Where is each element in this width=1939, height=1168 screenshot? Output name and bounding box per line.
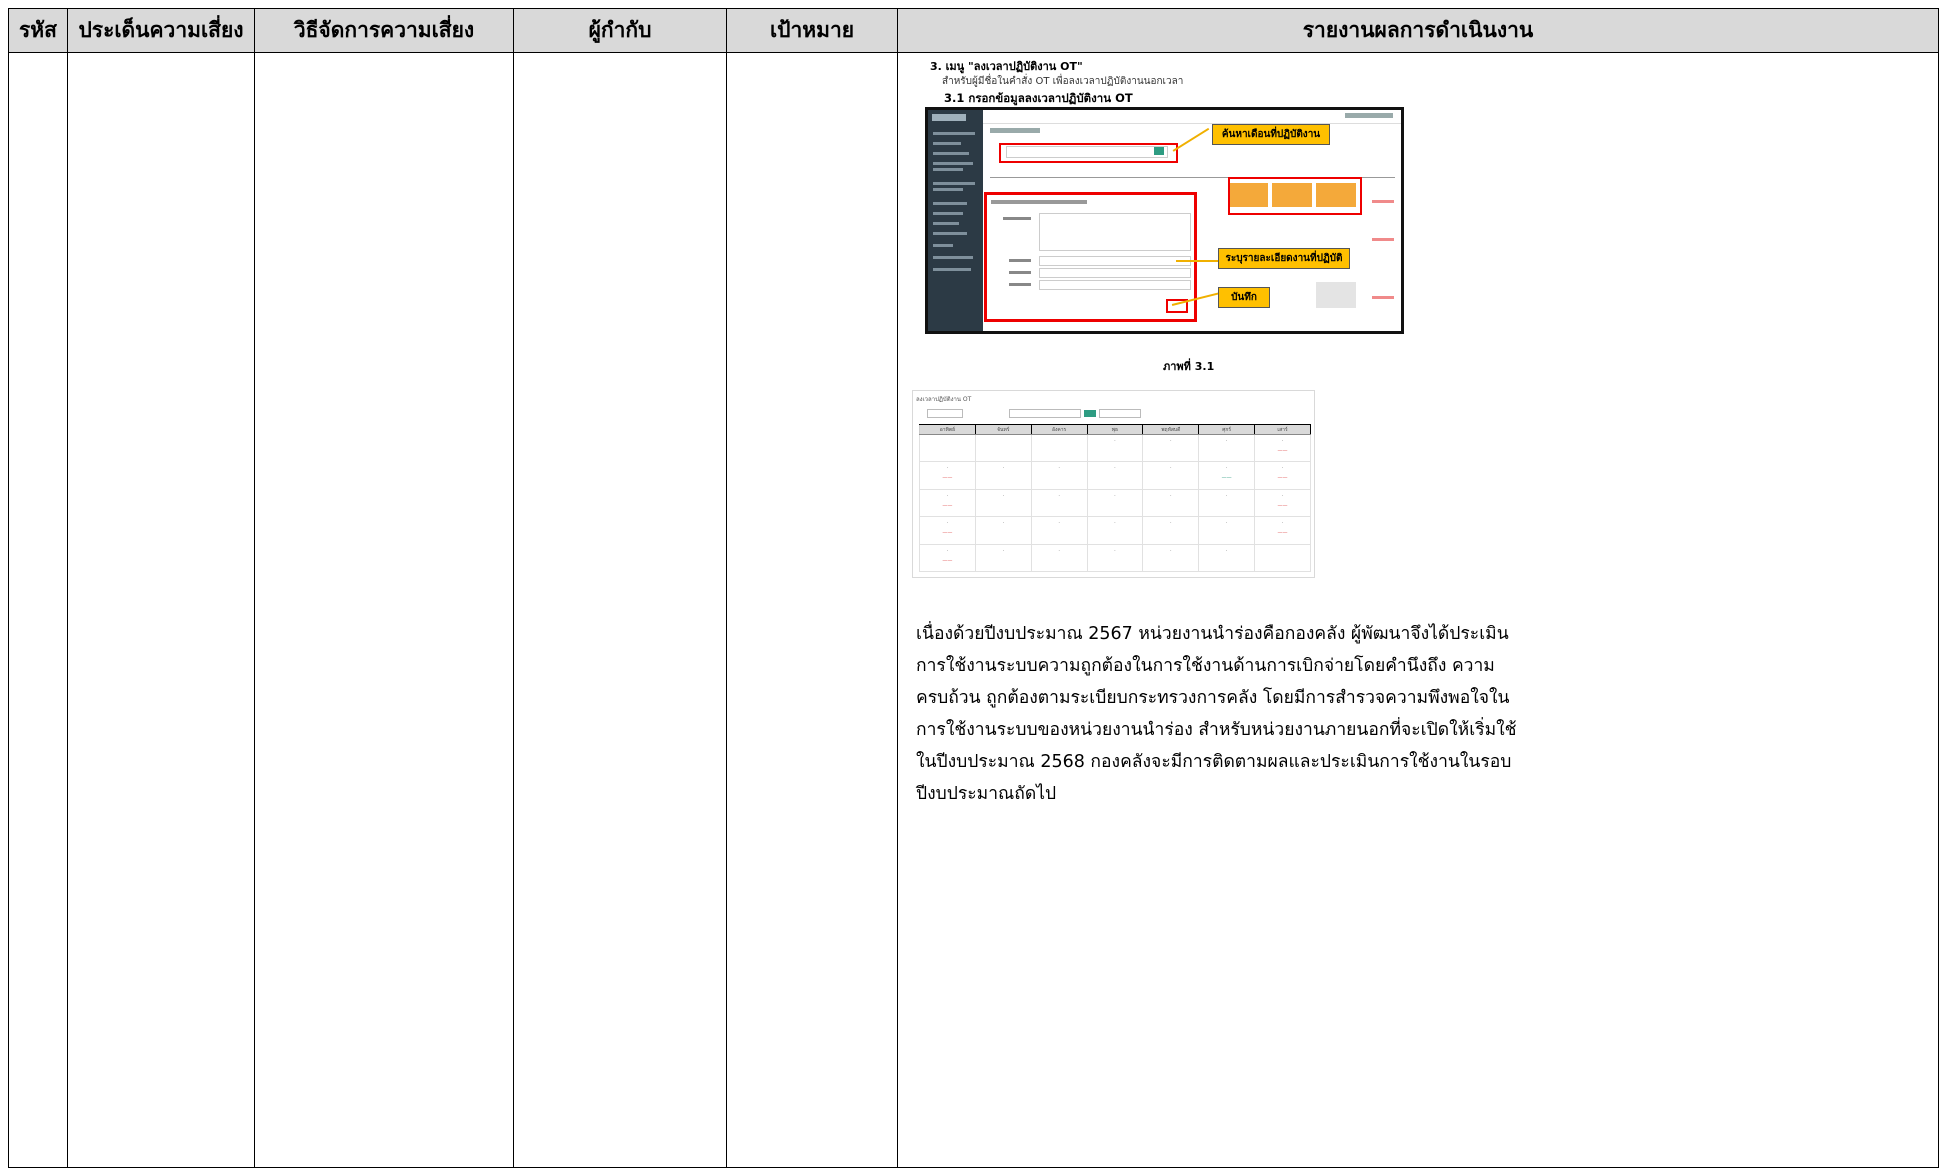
calendar-cell: · —— xyxy=(919,488,976,518)
calendar-cell: · xyxy=(1030,543,1088,573)
calendar-cell: · xyxy=(1198,516,1256,545)
calendar-cell: · xyxy=(1142,543,1200,573)
calendar-cell: · xyxy=(1030,461,1088,490)
menu-heading: 3. เมนู "ลงเวลาปฏิบัติงาน OT" xyxy=(930,60,1083,73)
paragraph-line: ปีงบประมาณถัดไป xyxy=(916,784,1057,804)
calendar-title: ลงเวลาปฏิบัติงาน OT xyxy=(916,396,972,403)
paragraph-line: การใช้งานระบบความถูกต้องในการใช้งานด้านก… xyxy=(916,656,1495,676)
ot-entry-screenshot: ค้นหาเดือนที่ปฏิบัติงาน ระบุรายละเอียดงา… xyxy=(925,107,1404,334)
ot-entry-modal xyxy=(984,192,1197,322)
header-code: รหัส xyxy=(8,8,68,53)
weekday-tue: อังคาร xyxy=(1030,424,1088,435)
weekday-thu: พฤหัสบดี xyxy=(1142,424,1200,435)
calendar-cell xyxy=(919,433,976,463)
calendar-cell: · —— xyxy=(1254,516,1311,545)
app-sidebar xyxy=(928,110,983,331)
calendar-cell: · xyxy=(974,461,1032,490)
calendar-cell: · xyxy=(1142,516,1200,545)
calendar-cell: · —— xyxy=(919,516,976,545)
calendar-cell: · xyxy=(1142,433,1200,463)
menu-subtext: สำหรับผู้มีชื่อในคำสั่ง OT เพื่อลงเวลาปฏ… xyxy=(942,76,1184,87)
cell-target xyxy=(726,52,898,1168)
figure-caption: ภาพที่ 3.1 xyxy=(1163,360,1215,373)
calendar-cell: · xyxy=(1030,488,1088,518)
cell-report: 3. เมนู "ลงเวลาปฏิบัติงาน OT" สำหรับผู้ม… xyxy=(897,52,1939,1168)
ot-calendar-grid: อาทิตย์ จันทร์ อังคาร พุธ พฤหัสบดี ศุกร์… xyxy=(919,424,1311,573)
step-heading: 3.1 กรอกข้อมูลลงเวลาปฏิบัติงาน OT xyxy=(944,91,1133,105)
calendar-cell xyxy=(1030,433,1088,463)
weekday-mon: จันทร์ xyxy=(974,424,1032,435)
weekday-sat: เสาร์ xyxy=(1254,424,1311,435)
calendar-cell: · xyxy=(974,488,1032,518)
calendar-cell: · —— xyxy=(1254,461,1311,490)
calendar-cell: · xyxy=(1086,516,1144,545)
header-target: เป้าหมาย xyxy=(726,8,898,53)
weekday-wed: พุธ xyxy=(1086,424,1144,435)
app-topbar xyxy=(983,110,1401,124)
calendar-cell: · —— xyxy=(1198,461,1256,490)
calendar-cell: · xyxy=(1198,433,1256,463)
cell-risk-management xyxy=(254,52,514,1168)
weekday-sun: อาทิตย์ xyxy=(919,424,976,435)
calendar-cell: · —— xyxy=(919,543,976,573)
header-supervisor: ผู้กำกับ xyxy=(513,8,727,53)
calendar-cell: · xyxy=(1198,543,1256,573)
calendar-cell: · xyxy=(974,543,1032,573)
calendar-cell: · xyxy=(1086,543,1144,573)
calendar-cell: · xyxy=(974,516,1032,545)
calendar-cell: · xyxy=(1198,488,1256,518)
calendar-cell: · xyxy=(1030,516,1088,545)
calendar-cell: · xyxy=(1142,461,1200,490)
callout-specify-details: ระบุรายละเอียดงานที่ปฏิบัติ xyxy=(1218,248,1350,269)
cell-supervisor xyxy=(513,52,727,1168)
paragraph-line: การใช้งานระบบของหน่วยงานนำร่อง สำหรับหน่… xyxy=(916,720,1517,740)
header-risk-issue: ประเด็นความเสี่ยง xyxy=(67,8,255,53)
calendar-cell xyxy=(974,433,1032,463)
ot-calendar-screenshot: ลงเวลาปฏิบัติงาน OT อาทิตย์ จันทร์ อังคา… xyxy=(912,390,1315,578)
weekday-fri: ศุกร์ xyxy=(1198,424,1256,435)
paragraph-line: ในปีงบประมาณ 2568 กองคลังจะมีการติดตามผล… xyxy=(916,752,1512,772)
calendar-cell: · xyxy=(1086,461,1144,490)
callout-save: บันทึก xyxy=(1218,287,1270,308)
calendar-cell: · —— xyxy=(919,461,976,490)
calendar-cell: · —— xyxy=(1254,433,1311,463)
paragraph-line: ครบถ้วน ถูกต้องตามระเบียบกระทรวงการคลัง … xyxy=(916,688,1510,708)
header-risk-management: วิธีจัดการความเสี่ยง xyxy=(254,8,514,53)
calendar-cell: · —— xyxy=(1254,488,1311,518)
calendar-cell: · xyxy=(1086,433,1144,463)
risk-report-table: รหัส ประเด็นความเสี่ยง วิธีจัดการความเสี… xyxy=(8,8,1939,1168)
calendar-cell xyxy=(1254,543,1311,573)
cell-risk-issue xyxy=(67,52,255,1168)
evaluation-paragraph: เนื่องด้วยปีงบประมาณ 2567 หน่วยงานนำร่อง… xyxy=(916,618,1576,810)
paragraph-line: เนื่องด้วยปีงบประมาณ 2567 หน่วยงานนำร่อง… xyxy=(916,624,1509,644)
calendar-cell: · xyxy=(1142,488,1200,518)
header-report: รายงานผลการดำเนินงาน xyxy=(897,8,1939,53)
cell-code xyxy=(8,52,68,1168)
callout-search-month: ค้นหาเดือนที่ปฏิบัติงาน xyxy=(1212,124,1330,145)
calendar-cell: · xyxy=(1086,488,1144,518)
